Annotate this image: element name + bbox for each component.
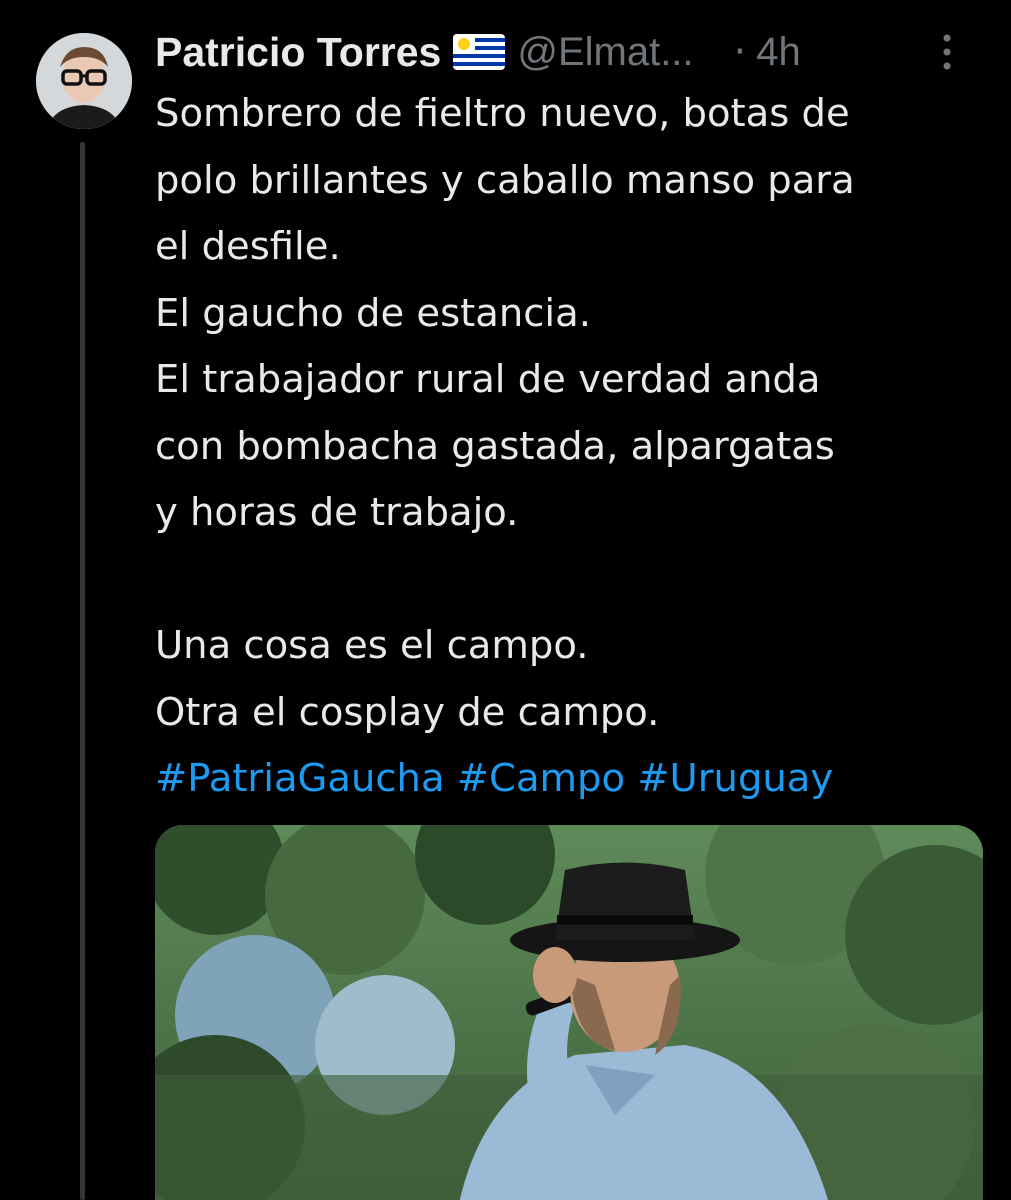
tweet-text-line: el desfile. [155,224,341,269]
avatar-image [36,33,132,129]
tweet-text: Sombrero de fieltro nuevo, botas de polo… [155,81,995,813]
hashtag-link[interactable]: #Uruguay [637,756,833,801]
tweet-header: Patricio Torres @Elmat... · 4h [155,22,985,82]
separator-dot: · [733,29,747,75]
tweet-text-line: Una cosa es el campo. [155,623,589,668]
avatar[interactable] [36,33,132,129]
hashtag-link[interactable]: #Campo [457,756,625,801]
more-vertical-icon[interactable] [937,30,957,74]
tweet-media-photo[interactable] [155,825,983,1200]
tweet-text-line: polo brillantes y caballo manso para [155,157,855,203]
tweet-text-line: Sombrero de fieltro nuevo, botas de [155,91,850,136]
photo-man-hat [155,825,983,1200]
tweet-text-line-blank [155,547,995,614]
tweet-text-line: y horas de trabajo. [155,490,519,535]
hashtag-row: #PatriaGaucha #Campo #Uruguay [155,746,995,813]
hashtag-link[interactable]: #PatriaGaucha [155,756,445,801]
tweet-text-line: Otra el cosplay de campo. [155,689,660,735]
tweet-text-line: El trabajador rural de verdad anda [155,357,821,402]
uruguay-flag-icon [453,34,506,70]
thread-line [80,142,85,1200]
handle[interactable]: @Elmat... [517,30,693,75]
timestamp[interactable]: 4h [756,30,801,75]
display-name[interactable]: Patricio Torres [155,29,441,76]
tweet-text-line: con bombacha gastada, alpargatas [155,423,835,469]
tweet-text-line: El gaucho de estancia. [155,290,591,336]
tweet[interactable]: Patricio Torres @Elmat... · 4h Sombrero [0,0,1011,1200]
